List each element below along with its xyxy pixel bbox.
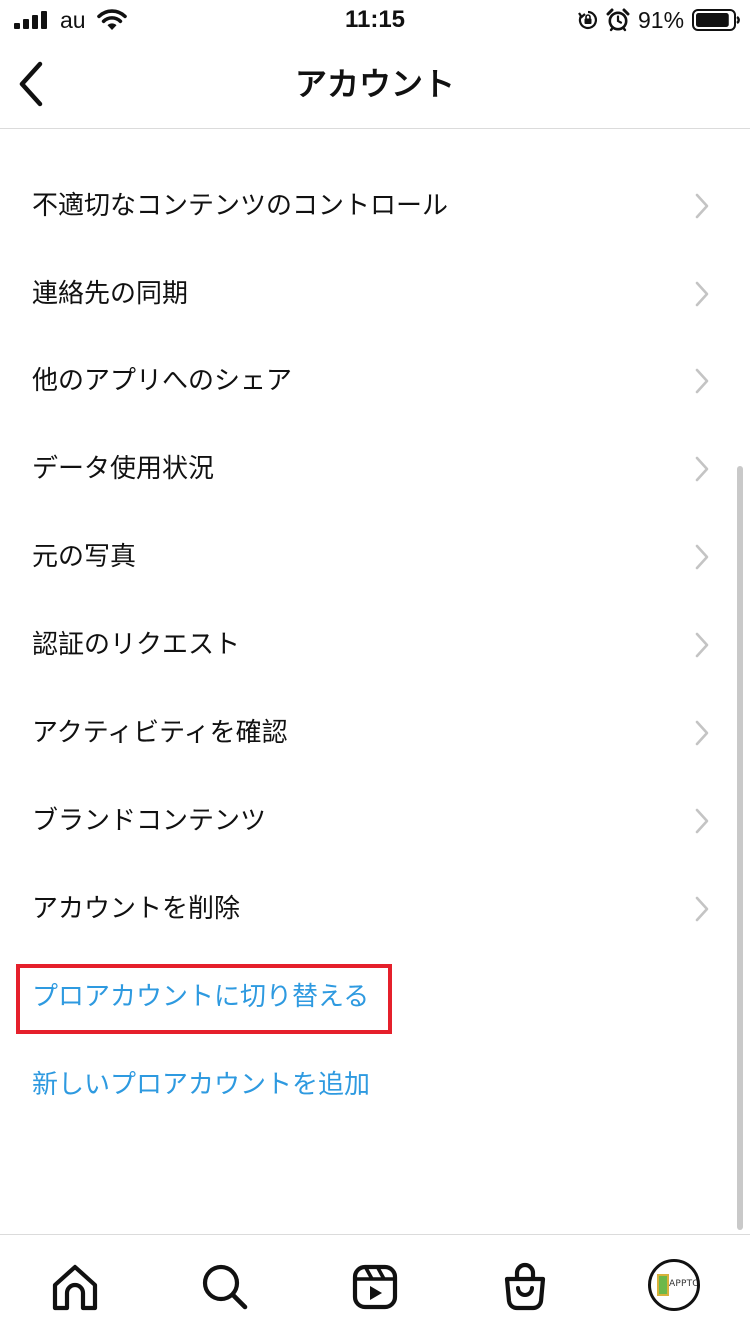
menu-item-label: 他のアプリへのシェア — [32, 366, 293, 396]
settings-list[interactable]: 不適切なコンテンツのコントロール 連絡先の同期 他のアプリへのシェア データ使用… — [0, 129, 750, 1234]
reels-icon — [352, 1264, 398, 1310]
battery-percent: 91% — [638, 7, 685, 33]
menu-item-share-to-other-apps[interactable]: 他のアプリへのシェア — [0, 337, 750, 425]
menu-item-label: 認証のリクエスト — [32, 630, 241, 660]
menu-item-label: データ使用状況 — [32, 454, 215, 484]
menu-item-label: 不適切なコンテンツのコントロール — [32, 191, 449, 221]
home-icon — [52, 1264, 98, 1311]
chevron-right-icon — [695, 368, 709, 394]
chevron-right-icon — [695, 808, 709, 834]
menu-item-verification-request[interactable]: 認証のリクエスト — [0, 601, 750, 689]
menu-item-branded-content[interactable]: ブランドコンテンツ — [0, 777, 750, 865]
menu-item-content-control[interactable]: 不適切なコンテンツのコントロール — [0, 162, 750, 250]
tab-shop[interactable] — [497, 1259, 553, 1315]
battery-icon — [692, 9, 740, 31]
chevron-right-icon — [695, 456, 709, 482]
menu-item-label: 連絡先の同期 — [32, 279, 189, 309]
search-icon — [202, 1264, 248, 1310]
menu-item-original-photos[interactable]: 元の写真 — [0, 513, 750, 601]
nav-header: アカウント — [0, 40, 750, 129]
alarm-icon — [606, 8, 630, 32]
avatar-text: APPTO — [669, 1279, 700, 1289]
switch-to-professional-account-link[interactable]: プロアカウントに切り替える — [0, 953, 750, 1041]
menu-item-data-usage[interactable]: データ使用状況 — [0, 425, 750, 513]
menu-item-label: 元の写真 — [32, 542, 137, 572]
menu-item-label: アカウントを削除 — [32, 894, 241, 924]
tab-search[interactable] — [197, 1259, 253, 1315]
chevron-right-icon — [695, 544, 709, 570]
tab-home[interactable] — [47, 1259, 103, 1315]
avatar-logo-icon — [657, 1274, 669, 1296]
scrollbar[interactable] — [737, 466, 743, 1230]
orientation-lock-icon — [578, 10, 597, 30]
tab-reels[interactable] — [347, 1259, 403, 1315]
link-label: 新しいプロアカウントを追加 — [32, 1070, 371, 1100]
chevron-right-icon — [695, 896, 709, 922]
shop-icon — [504, 1262, 546, 1311]
menu-item-label: ブランドコンテンツ — [32, 806, 267, 836]
menu-item-label: アクティビティを確認 — [32, 718, 288, 748]
chevron-right-icon — [695, 720, 709, 746]
add-professional-account-link[interactable]: 新しいプロアカウントを追加 — [0, 1041, 750, 1129]
menu-item-contacts-sync[interactable]: 連絡先の同期 — [0, 250, 750, 338]
menu-item-review-activity[interactable]: アクティビティを確認 — [0, 689, 750, 777]
chevron-right-icon — [695, 193, 709, 219]
tab-bar: APPTO — [0, 1234, 750, 1335]
menu-item-delete-account[interactable]: アカウントを削除 — [0, 865, 750, 953]
profile-avatar[interactable]: APPTO — [648, 1259, 700, 1311]
status-bar: au 11:15 91% — [0, 0, 750, 40]
page-title: アカウント — [294, 65, 455, 103]
link-label: プロアカウントに切り替える — [32, 982, 370, 1012]
chevron-right-icon — [695, 632, 709, 658]
chevron-right-icon — [695, 281, 709, 307]
